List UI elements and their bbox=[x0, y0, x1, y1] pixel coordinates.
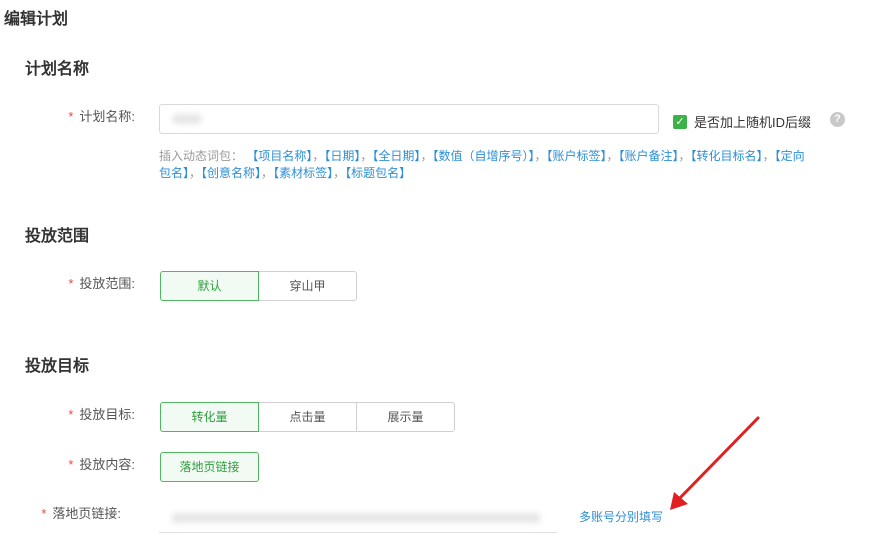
target-option-conversions[interactable]: 转化量 bbox=[160, 402, 259, 432]
insert-tokens-line-1: 插入动态词包： 【项目名称】，【日期】，【全日期】，【数值（自增序号）】，【账户… bbox=[159, 147, 882, 164]
multi-account-link[interactable]: 多账号分别填写 bbox=[579, 508, 663, 525]
range-option-pangle[interactable]: 穿山甲 bbox=[258, 271, 357, 301]
token-date[interactable]: 【日期】 bbox=[324, 149, 360, 163]
arrow-head bbox=[670, 492, 688, 510]
token-separator: ， bbox=[333, 166, 346, 180]
token-separator: ， bbox=[360, 149, 373, 163]
range-segmented-control: 默认 穿山甲 bbox=[160, 271, 357, 301]
token-separator: ， bbox=[420, 149, 433, 163]
blurred-text bbox=[171, 513, 541, 523]
required-asterisk: * bbox=[68, 407, 74, 422]
token-separator: ， bbox=[606, 149, 619, 163]
content-option-landing-page[interactable]: 落地页链接 bbox=[160, 452, 259, 482]
target-option-impressions[interactable]: 展示量 bbox=[356, 402, 455, 432]
token-separator: ， bbox=[762, 149, 775, 163]
range-label: * 投放范围: bbox=[68, 276, 135, 291]
token-account-remark[interactable]: 【账户备注】 bbox=[619, 149, 679, 163]
section-title-plan-name: 计划名称 bbox=[25, 61, 90, 78]
annotation-arrow-icon bbox=[670, 416, 760, 510]
insert-prefix: 插入动态词包： bbox=[159, 149, 244, 163]
token-separator: ， bbox=[312, 149, 325, 163]
blurred-text bbox=[172, 114, 202, 124]
arrow-shaft bbox=[674, 416, 760, 504]
random-id-checkbox-group[interactable]: ✓ 是否加上随机ID后缀 bbox=[673, 112, 811, 131]
target-segmented-control: 转化量 点击量 展示量 bbox=[160, 402, 455, 432]
token-project-name[interactable]: 【项目名称】 bbox=[246, 149, 312, 163]
plan-name-label: * 计划名称: bbox=[68, 109, 135, 124]
token-targeting-cont[interactable]: 包名】 bbox=[159, 166, 189, 180]
token-separator: ， bbox=[189, 166, 202, 180]
token-conversion-target[interactable]: 【转化目标名】 bbox=[691, 149, 763, 163]
page-title: 编辑计划 bbox=[4, 11, 69, 28]
content-label: * 投放内容: bbox=[68, 457, 135, 472]
token-account-tag[interactable]: 【账户标签】 bbox=[546, 149, 606, 163]
plan-name-input[interactable] bbox=[159, 104, 659, 134]
section-title-target: 投放目标 bbox=[25, 358, 90, 375]
token-number[interactable]: 【数值（自增序号）】 bbox=[432, 149, 534, 163]
content-segmented-control: 落地页链接 bbox=[160, 452, 259, 482]
range-option-default[interactable]: 默认 bbox=[160, 271, 259, 301]
required-asterisk: * bbox=[68, 276, 74, 291]
landing-url-input[interactable] bbox=[159, 500, 557, 533]
token-creative-name[interactable]: 【创意名称】 bbox=[201, 166, 261, 180]
checkbox-checked-icon[interactable]: ✓ bbox=[673, 114, 687, 129]
token-title-pack-name[interactable]: 【标题包名】 bbox=[345, 166, 411, 180]
required-asterisk: * bbox=[41, 506, 47, 521]
token-targeting[interactable]: 【定向 bbox=[775, 149, 805, 163]
token-separator: ， bbox=[678, 149, 691, 163]
target-label: * 投放目标: bbox=[68, 407, 135, 422]
insert-tokens-line-2: 包名】，【创意名称】，【素材标签】，【标题包名】 bbox=[159, 164, 411, 181]
token-material-tag[interactable]: 【素材标签】 bbox=[273, 166, 333, 180]
random-id-checkbox-label: 是否加上随机ID后缀 bbox=[694, 115, 812, 130]
token-separator: ， bbox=[261, 166, 274, 180]
token-separator: ， bbox=[534, 149, 547, 163]
question-icon[interactable]: ? bbox=[830, 112, 845, 127]
landing-url-label: * 落地页链接: bbox=[41, 506, 121, 521]
required-asterisk: * bbox=[68, 109, 74, 124]
required-asterisk: * bbox=[68, 457, 74, 472]
section-title-range: 投放范围 bbox=[25, 228, 90, 245]
target-option-clicks[interactable]: 点击量 bbox=[258, 402, 357, 432]
token-full-date[interactable]: 【全日期】 bbox=[372, 149, 420, 163]
